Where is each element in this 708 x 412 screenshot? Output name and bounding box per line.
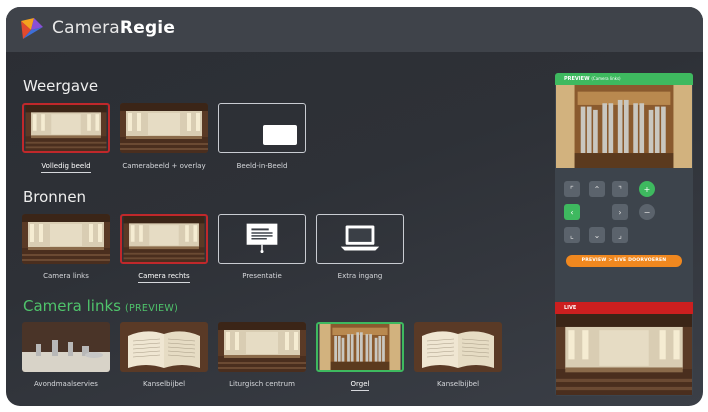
control-panel: PREVIEW (Camera links) ⌜ ⌃ ⌝ + ‹ › − ⌞ ⌄… <box>555 73 693 396</box>
ptz-up-left-button[interactable]: ⌜ <box>564 181 580 197</box>
view-tile-overlay[interactable] <box>120 103 208 153</box>
source-caption: Camera links <box>43 272 89 280</box>
view-caption: Camerabeeld + overlay <box>122 162 206 170</box>
ptz-down-left-button[interactable]: ⌞ <box>564 227 580 243</box>
bible-thumbnail <box>120 322 208 372</box>
preview-bar: PREVIEW (Camera links) <box>555 73 693 85</box>
source-tile-camera-links[interactable] <box>22 214 110 264</box>
preset-tile-liturgisch-centrum[interactable] <box>218 322 306 372</box>
preset-caption: Avondmaalservies <box>34 380 98 388</box>
view-tile-pip[interactable] <box>218 103 306 153</box>
church-thumbnail <box>24 105 108 151</box>
preview-image <box>556 85 692 168</box>
source-caption: Presentatie <box>242 272 282 280</box>
ptz-right-button[interactable]: › <box>612 204 628 220</box>
preset-caption: Liturgisch centrum <box>229 380 295 388</box>
preset-tile-avondmaalservies[interactable] <box>22 322 110 372</box>
source-tile-presentatie[interactable] <box>218 214 306 264</box>
preset-caption: Kanselbijbel <box>142 380 186 388</box>
preset-tile-kanselbijbel-2[interactable] <box>414 322 502 372</box>
live-bar: LIVE <box>555 302 693 314</box>
ptz-down-right-button[interactable]: ⌟ <box>612 227 628 243</box>
source-caption: Camera rechts <box>114 272 214 283</box>
church-thumbnail <box>120 103 208 153</box>
source-tile-camera-rechts[interactable] <box>120 214 208 264</box>
source-tile-extra-ingang[interactable] <box>316 214 404 264</box>
preset-tile-kanselbijbel[interactable] <box>120 322 208 372</box>
silver-thumbnail <box>22 322 110 372</box>
view-caption: Beeld-in-Beeld <box>236 162 288 170</box>
presentation-icon <box>246 223 278 254</box>
view-tile-full[interactable] <box>22 103 110 153</box>
app-window: CameraRegie Weergave Volledig beeld Came… <box>6 7 703 406</box>
live-image <box>556 314 692 395</box>
zoom-out-button[interactable]: − <box>639 204 655 220</box>
ptz-down-button[interactable]: ⌄ <box>589 227 605 243</box>
preset-caption: Kanselbijbel <box>436 380 480 388</box>
title-bar: CameraRegie <box>6 7 703 52</box>
church-thumbnail <box>122 216 206 262</box>
app-title: CameraRegie <box>52 18 176 38</box>
ptz-up-right-button[interactable]: ⌝ <box>612 181 628 197</box>
church-thumbnail <box>22 214 110 264</box>
zoom-in-button[interactable]: + <box>639 181 655 197</box>
section-title-weergave: Weergave <box>23 77 99 95</box>
app-logo-icon <box>21 18 43 39</box>
ptz-up-button[interactable]: ⌃ <box>589 181 605 197</box>
preset-caption: Orgel <box>310 380 410 391</box>
laptop-icon <box>340 225 380 251</box>
view-caption: Volledig beeld <box>16 162 116 173</box>
ptz-left-button[interactable]: ‹ <box>564 204 580 220</box>
section-title-camera: Camera links (PREVIEW) <box>23 297 179 315</box>
section-title-bronnen: Bronnen <box>23 188 87 206</box>
church-thumbnail <box>218 322 306 372</box>
pip-box-icon <box>263 125 297 145</box>
organ-thumbnail <box>318 324 402 370</box>
preview-to-live-button[interactable]: PREVIEW > LIVE DOORVOEREN <box>566 255 682 267</box>
source-caption: Extra ingang <box>337 272 383 280</box>
bible-thumbnail <box>414 322 502 372</box>
preset-tile-orgel[interactable] <box>316 322 404 372</box>
